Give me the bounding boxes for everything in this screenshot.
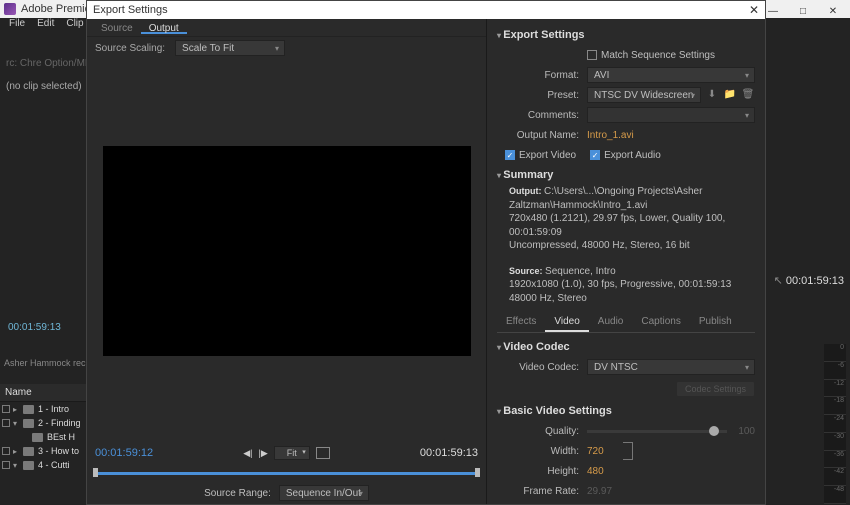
- tab-video[interactable]: Video: [545, 313, 588, 332]
- tab-publish[interactable]: Publish: [690, 313, 741, 332]
- link-dims-icon[interactable]: [623, 442, 633, 460]
- no-clip-label: (no clip selected): [6, 81, 82, 92]
- menu-file[interactable]: File: [3, 18, 31, 34]
- import-preset-icon[interactable]: 📁: [723, 87, 737, 101]
- bin-row[interactable]: ▾4 - Cutti: [0, 458, 86, 472]
- export-settings-header[interactable]: Export Settings: [497, 29, 755, 41]
- output-name-link[interactable]: Intro_1.avi: [587, 130, 634, 141]
- width-value: 720: [587, 446, 617, 457]
- preview-panel: Source Output Source Scaling: Scale To F…: [87, 19, 487, 504]
- export-audio-checkbox[interactable]: [590, 150, 600, 160]
- audio-meter: 0-6-12 -18-24-30 -36-42-48: [824, 344, 846, 504]
- scaling-dropdown[interactable]: Scale To Fit: [175, 40, 285, 56]
- close-button[interactable]: ✕: [818, 2, 848, 20]
- basic-header[interactable]: Basic Video Settings: [497, 405, 755, 417]
- source-range-label: Source Range:: [204, 488, 271, 499]
- preset-dropdown[interactable]: NTSC DV Widescreen: [587, 87, 701, 103]
- step-fwd-icon[interactable]: |▶: [259, 448, 268, 459]
- col-name[interactable]: Name: [0, 384, 86, 402]
- source-timecode: 00:01:59:13: [8, 322, 61, 333]
- project-name: Asher Hammock rec: [4, 358, 86, 368]
- tab-source[interactable]: Source: [93, 21, 141, 34]
- summary-text: Output: C:\Users\...\Ongoing Projects\As…: [497, 185, 755, 305]
- video-preview[interactable]: [87, 59, 486, 442]
- format-dropdown[interactable]: AVI: [587, 67, 755, 83]
- match-seq-checkbox[interactable]: [587, 50, 597, 60]
- folder-icon: [23, 447, 34, 456]
- tab-captions[interactable]: Captions: [632, 313, 689, 332]
- max-button[interactable]: □: [788, 2, 818, 20]
- framerate-value: 29.97: [587, 486, 612, 497]
- save-preset-icon[interactable]: ⬇: [705, 87, 719, 101]
- delete-preset-icon[interactable]: 🗑: [741, 87, 755, 101]
- bin-row[interactable]: BEst H: [0, 430, 86, 444]
- source-tab-label: rc: Chre Option/MP4: [6, 58, 97, 69]
- dialog-title: Export Settings: [93, 4, 749, 16]
- height-value: 480: [587, 466, 617, 477]
- program-timecode: 00:01:59:13: [774, 274, 844, 287]
- bin-row[interactable]: ▾2 - Finding: [0, 416, 86, 430]
- summary-header[interactable]: Summary: [497, 169, 755, 181]
- codec-dropdown[interactable]: DV NTSC: [587, 359, 755, 375]
- tab-effects[interactable]: Effects: [497, 313, 545, 332]
- crop-icon[interactable]: [316, 447, 330, 459]
- folder-icon: [23, 419, 34, 428]
- codec-settings-button: Codec Settings: [676, 381, 755, 397]
- export-dialog: Export Settings ✕ Source Output Source S…: [86, 0, 766, 505]
- dialog-titlebar: Export Settings ✕: [87, 1, 765, 19]
- scaling-label: Source Scaling:: [95, 43, 165, 54]
- menu-edit[interactable]: Edit: [31, 18, 60, 34]
- bin-row[interactable]: ▸3 - How to: [0, 444, 86, 458]
- folder-icon: [32, 433, 43, 442]
- comments-input[interactable]: [587, 107, 755, 123]
- in-timecode[interactable]: 00:01:59:12: [95, 447, 153, 459]
- folder-icon: [23, 461, 34, 470]
- app-icon: [4, 3, 16, 15]
- codec-header[interactable]: Video Codec: [497, 341, 755, 353]
- zoom-dropdown[interactable]: Fit: [274, 446, 310, 460]
- bin-row[interactable]: ▸1 - Intro: [0, 402, 86, 416]
- dialog-close-icon[interactable]: ✕: [749, 3, 759, 17]
- folder-icon: [23, 405, 34, 414]
- out-timecode[interactable]: 00:01:59:13: [420, 447, 478, 459]
- source-range-dropdown[interactable]: Sequence In/Out: [279, 485, 369, 501]
- tab-output[interactable]: Output: [141, 21, 187, 34]
- quality-slider[interactable]: [587, 430, 727, 433]
- scrub-bar[interactable]: [87, 464, 486, 482]
- settings-panel: Export Settings Match Sequence Settings …: [487, 19, 765, 504]
- tab-audio[interactable]: Audio: [589, 313, 633, 332]
- step-back-icon[interactable]: ◀|: [243, 448, 252, 459]
- export-video-checkbox[interactable]: [505, 150, 515, 160]
- project-bins: Name ▸1 - Intro ▾2 - Finding BEst H ▸3 -…: [0, 384, 86, 472]
